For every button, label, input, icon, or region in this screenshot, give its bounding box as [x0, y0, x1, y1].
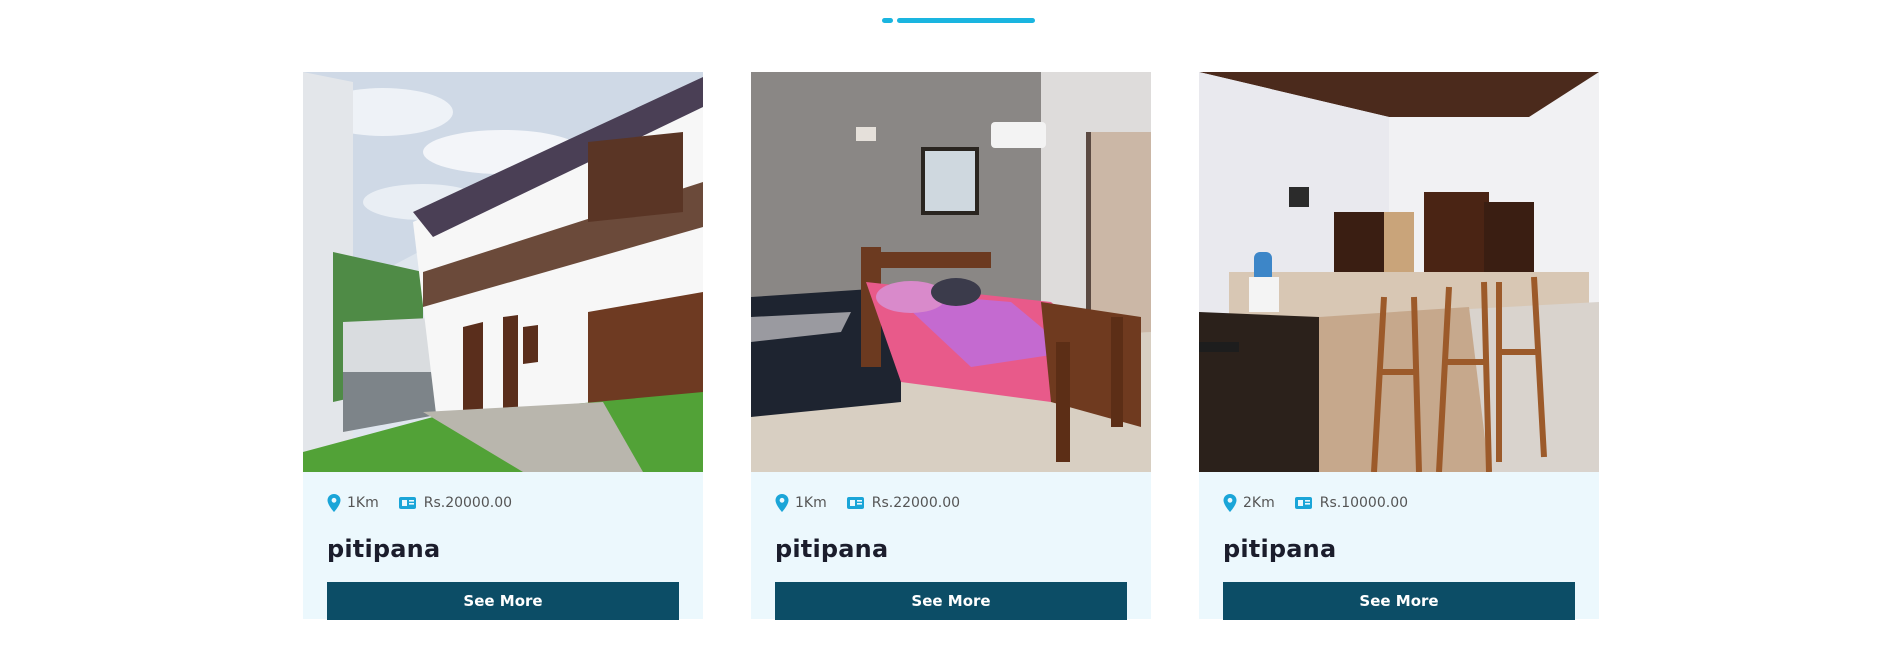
see-more-button[interactable]: See More [1223, 582, 1575, 620]
listing-info: 2Km Rs.10000.00 pitipana See More [1199, 472, 1599, 620]
listing-photo-house[interactable] [303, 72, 703, 472]
listing-card: 2Km Rs.10000.00 pitipana See More [1199, 72, 1599, 620]
listing-card: 1Km Rs.20000.00 pitipana See More [303, 72, 703, 620]
listing-meta: 1Km Rs.20000.00 [327, 494, 679, 512]
listing-distance: 2Km [1243, 495, 1275, 511]
listing-photo-bedroom[interactable] [751, 72, 1151, 472]
price-card-icon [398, 497, 416, 509]
listing-distance: 1Km [347, 495, 379, 511]
listing-name: pitipana [775, 535, 889, 563]
listing-name: pitipana [1223, 535, 1337, 563]
underline-bar [897, 18, 1035, 23]
price-card-icon [1294, 497, 1312, 509]
listing-price: Rs.22000.00 [871, 495, 961, 511]
see-more-button[interactable]: See More [775, 582, 1127, 620]
location-pin-icon [327, 494, 341, 512]
listing-cards: 1Km Rs.20000.00 pitipana See More 1Km Rs… [303, 72, 1603, 620]
listing-price: Rs.10000.00 [1319, 495, 1409, 511]
see-more-button[interactable]: See More [327, 582, 679, 620]
listing-name: pitipana [327, 535, 441, 563]
location-pin-icon [1223, 494, 1237, 512]
listing-meta: 1Km Rs.22000.00 [775, 494, 1127, 512]
listing-info: 1Km Rs.22000.00 pitipana See More [751, 472, 1151, 620]
listing-distance: 1Km [795, 495, 827, 511]
listing-card: 1Km Rs.22000.00 pitipana See More [751, 72, 1151, 620]
listing-photo-kitchen[interactable] [1199, 72, 1599, 472]
location-pin-icon [775, 494, 789, 512]
listing-info: 1Km Rs.20000.00 pitipana See More [303, 472, 703, 620]
underline-dot [882, 18, 893, 23]
listing-meta: 2Km Rs.10000.00 [1223, 494, 1575, 512]
listing-price: Rs.20000.00 [423, 495, 513, 511]
price-card-icon [846, 497, 864, 509]
